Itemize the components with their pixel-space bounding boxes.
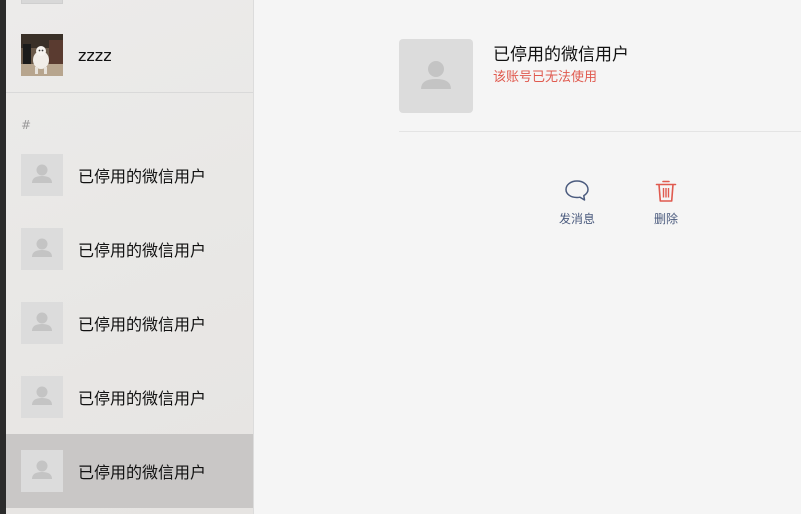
delete-button[interactable]: 删除 xyxy=(636,178,696,230)
default-person-icon xyxy=(421,61,451,89)
trash-icon xyxy=(655,180,677,202)
profile-avatar xyxy=(399,39,473,113)
contact-avatar xyxy=(21,228,63,270)
section-divider xyxy=(6,92,253,93)
profile-name: 已停用的微信用户 xyxy=(493,45,629,65)
section-index-letter: # xyxy=(21,118,32,132)
contact-name: 已停用的微信用户 xyxy=(78,389,207,408)
contact-item[interactable]: 已停用的微信用户 xyxy=(6,212,253,286)
detail-divider xyxy=(399,131,801,132)
photo-avatar-icon xyxy=(21,34,63,76)
contact-name: 已停用的微信用户 xyxy=(78,241,207,260)
contact-name: 已停用的微信用户 xyxy=(78,463,207,482)
contact-detail-panel: 已停用的微信用户 该账号已无法使用 发消息 删除 xyxy=(255,0,801,514)
send-message-label: 发消息 xyxy=(558,212,595,226)
default-person-icon xyxy=(32,460,52,479)
account-status-text: 该账号已无法使用 xyxy=(493,70,598,85)
send-message-button[interactable]: 发消息 xyxy=(547,178,607,230)
default-person-icon xyxy=(32,312,52,331)
contact-avatar xyxy=(21,376,63,418)
contact-avatar-photo xyxy=(21,34,63,76)
chat-bubble-icon xyxy=(565,180,589,201)
contact-item[interactable]: 已停用的微信用户 xyxy=(6,360,253,434)
contact-name: 已停用的微信用户 xyxy=(78,167,207,186)
default-person-icon xyxy=(32,164,52,183)
default-person-icon xyxy=(32,386,52,405)
contact-avatar xyxy=(21,450,63,492)
contact-name: 已停用的微信用户 xyxy=(78,315,207,334)
contact-item-zzzz[interactable]: zzzz xyxy=(6,18,253,92)
contact-avatar xyxy=(21,154,63,196)
delete-label: 删除 xyxy=(653,212,678,226)
partial-avatar xyxy=(21,0,63,4)
contact-item[interactable]: 已停用的微信用户 xyxy=(6,138,253,212)
contact-item[interactable]: 已停用的微信用户 xyxy=(6,286,253,360)
contact-item-selected[interactable]: 已停用的微信用户 xyxy=(6,434,253,508)
contact-avatar xyxy=(21,302,63,344)
contact-name: zzzz xyxy=(78,45,112,65)
default-person-icon xyxy=(32,238,52,257)
contact-list-sidebar: zzzz # 已停用的微信用户 已停用的微信用户 已停用的微信用户 已停用的微信… xyxy=(6,0,254,514)
